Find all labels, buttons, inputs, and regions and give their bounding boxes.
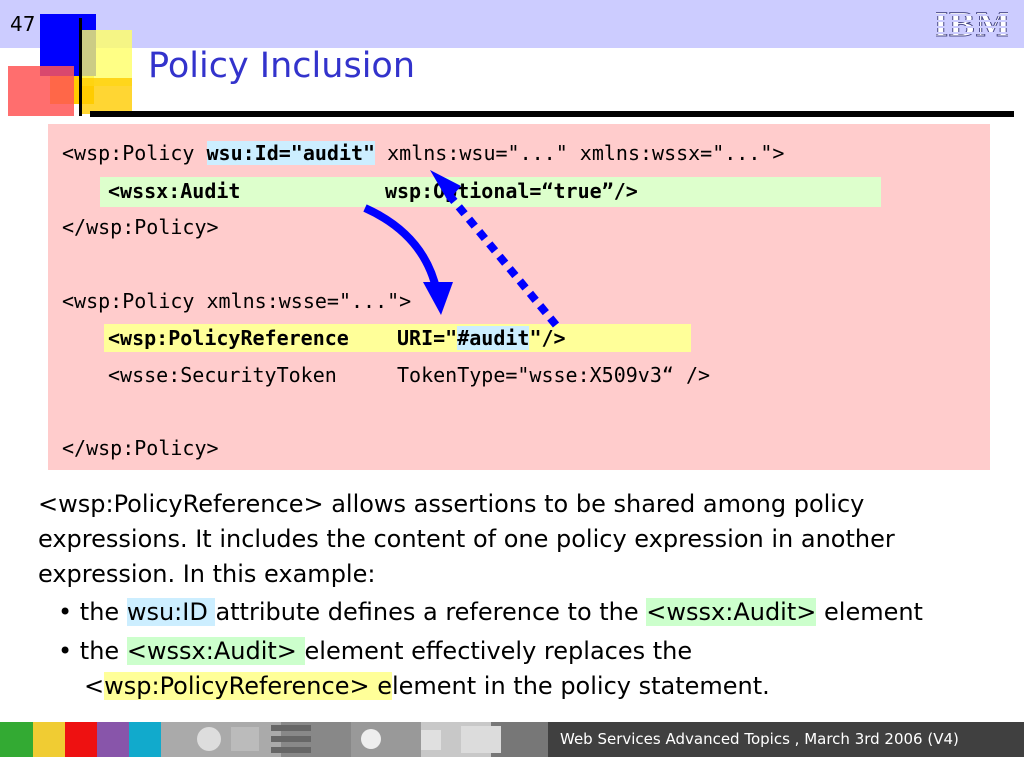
code-line-6: <wsse:SecurityToken TokenType="wsse:X509…	[108, 363, 711, 387]
deco-red-square	[8, 66, 74, 116]
footer-text: Web Services Advanced Topics , March 3rd…	[548, 722, 1024, 757]
code-line-2: <wssx:Audit wsp:Optional=“true”/>	[108, 179, 638, 203]
footer-photo-strip	[197, 725, 501, 753]
bullet-2: • the <wssx:Audit> element effectively r…	[58, 637, 693, 665]
deco-vertical-line	[79, 18, 82, 116]
slide-title: Policy Inclusion	[148, 46, 416, 86]
code-line-7: </wsp:Policy>	[62, 436, 219, 460]
code-line-5: <wsp:PolicyReference URI="#audit"/>	[108, 326, 566, 350]
svg-text:IBM: IBM	[936, 8, 1008, 40]
bullet-2-continued: <wsp:PolicyReference> element in the pol…	[84, 672, 770, 700]
description-paragraph: <wsp:PolicyReference> allows assertions …	[38, 490, 895, 588]
code-line-4: <wsp:Policy xmlns:wsse="...">	[62, 289, 412, 313]
bullet-glyph: •	[58, 637, 73, 665]
code-audit-ref: #audit	[457, 326, 530, 350]
bullet-1: • the wsu:ID attribute defines a referen…	[58, 598, 923, 626]
ibm-logo: IBM	[933, 6, 1011, 45]
code-wsu-id: wsu:Id="audit"	[206, 141, 376, 165]
slide-number: 47	[10, 12, 36, 36]
bullet-glyph: •	[58, 598, 73, 626]
deco-yellow-lower	[82, 78, 132, 114]
code-line-1: <wsp:Policy wsu:Id="audit" xmlns:wsu="..…	[62, 141, 785, 165]
code-line-3: </wsp:Policy>	[62, 215, 219, 239]
title-rule	[90, 111, 1014, 117]
header-band	[0, 0, 1024, 48]
